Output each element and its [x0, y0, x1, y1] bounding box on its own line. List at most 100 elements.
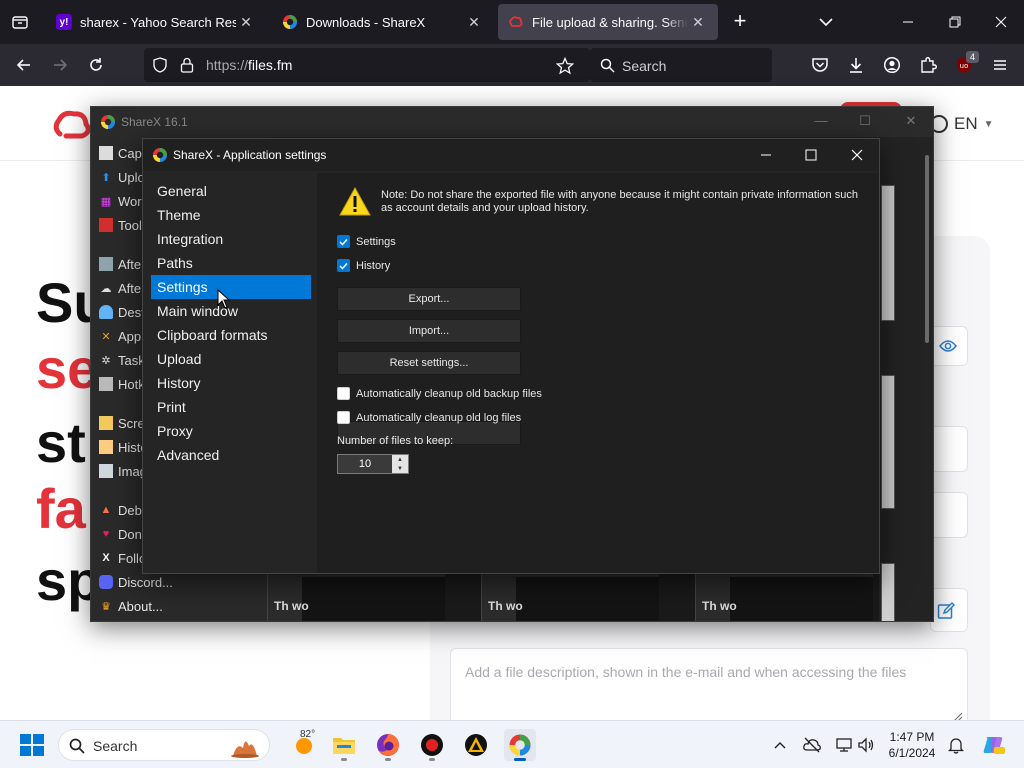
cleanup-backup-checkbox[interactable]: Automatically cleanup old backup files	[337, 387, 542, 400]
dialog-titlebar[interactable]: ShareX - Application settings	[143, 139, 879, 171]
downloads-button[interactable]	[842, 51, 870, 79]
bookmark-star-icon[interactable]	[556, 57, 574, 75]
cloud-off-icon	[803, 737, 821, 753]
files-to-keep-stepper[interactable]: 10 ▲ ▼	[337, 454, 409, 474]
extensions-button[interactable]	[914, 51, 942, 79]
import-button[interactable]: Import...	[337, 319, 521, 343]
dialog-minimize-button[interactable]	[751, 143, 781, 167]
email-field[interactable]	[930, 426, 968, 472]
tab-sharex-downloads[interactable]: Downloads - ShareX ✕	[272, 4, 494, 40]
nav-history[interactable]: History	[151, 371, 311, 395]
checkbox-unchecked-icon	[337, 411, 350, 424]
taskbar-sharex[interactable]	[504, 729, 536, 761]
message-field[interactable]	[930, 492, 968, 538]
filesfm-logo-icon[interactable]	[52, 108, 92, 144]
taskbar-firefox[interactable]	[372, 729, 404, 761]
firefox-icon	[377, 734, 399, 756]
system-clock[interactable]: 1:47 PM 6/1/2024	[882, 729, 942, 761]
sharex-window-title: ShareX 16.1	[121, 115, 188, 129]
tray-app-button[interactable]	[802, 735, 822, 755]
windows-start-icon[interactable]	[20, 734, 44, 756]
shield-icon[interactable]	[152, 57, 168, 73]
nav-integration[interactable]: Integration	[151, 227, 311, 251]
nav-paths[interactable]: Paths	[151, 251, 311, 275]
nav-upload[interactable]: Upload	[151, 347, 311, 371]
close-tab-icon[interactable]: ✕	[464, 14, 484, 31]
minimize-icon	[903, 21, 913, 23]
menu-about[interactable]: ♛ About...	[99, 595, 163, 617]
nav-advanced[interactable]: Advanced	[151, 443, 311, 467]
close-tab-icon[interactable]: ✕	[236, 14, 256, 31]
nav-settings[interactable]: Settings	[151, 275, 311, 299]
reload-button[interactable]	[82, 51, 110, 79]
windows-taskbar: Search 82° 1:47 PM 6/1/2024	[0, 720, 1024, 768]
capture-thumbnail[interactable]: Th wo	[267, 573, 445, 621]
volume-button[interactable]	[856, 735, 876, 755]
taskbar-search-box[interactable]: Search	[58, 729, 270, 761]
dialog-maximize-button[interactable]	[796, 143, 826, 167]
capture-thumbnail[interactable]	[881, 563, 895, 621]
capture-thumbnail[interactable]: Th wo	[481, 573, 659, 621]
minimize-button[interactable]	[894, 8, 922, 36]
main-scrollbar[interactable]	[925, 155, 929, 343]
maximize-icon	[805, 149, 817, 161]
sharex-minimize-button[interactable]: —	[811, 113, 831, 128]
address-bar[interactable]: https://files.fm	[144, 48, 590, 82]
new-tab-button[interactable]: +	[728, 10, 752, 34]
pocket-button[interactable]	[806, 51, 834, 79]
account-button[interactable]	[878, 51, 906, 79]
restore-button[interactable]	[941, 8, 969, 36]
close-window-button[interactable]	[987, 8, 1015, 36]
notifications-button[interactable]	[946, 735, 966, 755]
taskbar-app[interactable]	[460, 729, 492, 761]
cleanup-log-checkbox[interactable]: Automatically cleanup old log files	[337, 411, 521, 424]
taskbar-file-explorer[interactable]	[328, 729, 360, 761]
capture-thumbnail[interactable]	[881, 185, 895, 321]
lock-icon[interactable]	[180, 57, 194, 73]
edit-field[interactable]	[930, 588, 968, 632]
stepper-down-icon[interactable]: ▼	[392, 464, 408, 473]
capture-thumbnail[interactable]	[881, 375, 895, 509]
nav-main-window[interactable]: Main window	[151, 299, 311, 323]
forward-button[interactable]	[46, 51, 74, 79]
reset-settings-button[interactable]: Reset settings...	[337, 351, 521, 375]
ublock-extension-button[interactable]: uo 4	[950, 51, 979, 79]
back-button[interactable]	[10, 51, 38, 79]
search-bar[interactable]: Search	[590, 48, 772, 82]
file-description-textarea[interactable]: Add a file description, shown in the e-m…	[450, 648, 968, 720]
stepper-up-icon[interactable]: ▲	[392, 455, 408, 464]
list-all-tabs-button[interactable]	[814, 10, 838, 34]
export-settings-checkbox[interactable]: Settings	[337, 235, 396, 248]
resize-handle-icon[interactable]	[951, 711, 963, 720]
taskbar-obs[interactable]	[416, 729, 448, 761]
network-button[interactable]	[834, 735, 854, 755]
app-menu-button[interactable]	[986, 51, 1014, 79]
files-to-keep-value[interactable]: 10	[338, 455, 392, 473]
export-history-checkbox[interactable]: History	[337, 259, 390, 272]
close-tab-icon[interactable]: ✕	[688, 14, 708, 31]
nav-theme[interactable]: Theme	[151, 203, 311, 227]
tab-list-button[interactable]	[0, 0, 40, 44]
nav-general[interactable]: General	[151, 179, 311, 203]
menu-tools[interactable]: Tools	[99, 214, 148, 236]
mouse-cursor-icon	[217, 289, 231, 309]
show-hidden-icons-button[interactable]	[770, 735, 790, 755]
sharex-titlebar[interactable]: ShareX 16.1 — ☐ ✕	[91, 107, 933, 137]
tab-yahoo[interactable]: y! sharex - Yahoo Search Results ✕	[46, 4, 266, 40]
nav-print[interactable]: Print	[151, 395, 311, 419]
menu-discord[interactable]: Discord...	[99, 571, 173, 593]
nav-clipboard-formats[interactable]: Clipboard formats	[151, 323, 311, 347]
visibility-field[interactable]	[930, 326, 968, 366]
capture-thumbnail[interactable]: Th wo	[695, 573, 873, 621]
dialog-close-button[interactable]	[842, 143, 872, 167]
url-text[interactable]: https://files.fm	[206, 57, 292, 73]
tab-files-fm[interactable]: File upload & sharing. Send large files …	[498, 4, 718, 40]
sharex-close-button[interactable]: ✕	[901, 113, 921, 129]
upload-icon: ⬆	[101, 171, 111, 184]
sharex-maximize-button[interactable]: ☐	[855, 113, 875, 129]
thumbnail-label: Th wo	[274, 599, 309, 613]
export-button[interactable]: Export...	[337, 287, 521, 311]
copilot-button[interactable]	[980, 732, 1006, 758]
nav-proxy[interactable]: Proxy	[151, 419, 311, 443]
language-selector[interactable]: EN ▼	[930, 114, 994, 134]
